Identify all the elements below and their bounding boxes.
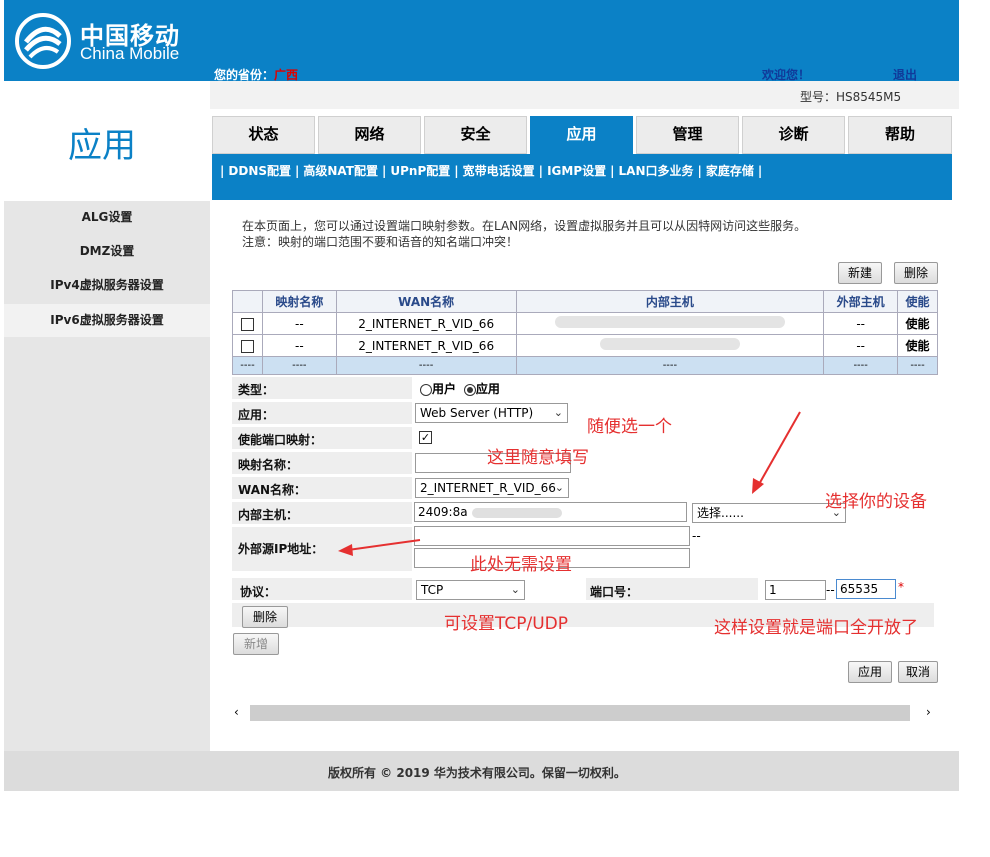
scrollbar-thumb[interactable] <box>250 705 910 721</box>
table-row[interactable]: -- 2_INTERNET_R_VID_66 -- 使能 <box>232 312 938 335</box>
subnav-advanced-nat[interactable]: 高级NAT配置 <box>303 164 378 178</box>
annotation-choose-device: 选择你的设备 <box>825 492 927 512</box>
scroll-left-icon[interactable]: ‹ <box>234 705 239 719</box>
apply-button[interactable]: 应用 <box>848 661 892 683</box>
row-add-button[interactable]: 新增 <box>233 633 279 655</box>
sidebar-item-ipv4-vs[interactable]: IPv4虚拟服务器设置 <box>4 269 210 302</box>
chevron-down-icon: ⌄ <box>510 583 520 596</box>
row-checkbox[interactable] <box>240 339 254 353</box>
port-start-input[interactable]: 1 <box>765 580 826 600</box>
port-end-input[interactable]: 65535 <box>836 579 896 599</box>
port-dash: -- <box>826 583 835 597</box>
table-row[interactable]: -- 2_INTERNET_R_VID_66 -- 使能 <box>232 334 938 357</box>
table-header-ext-host: 外部主机 <box>823 290 899 313</box>
radio-user[interactable] <box>420 383 432 396</box>
wan-name-label: WAN名称： <box>238 483 307 497</box>
internal-host-label: 内部主机： <box>238 508 299 522</box>
cancel-button[interactable]: 取消 <box>898 661 938 683</box>
type-label: 类型： <box>238 383 275 397</box>
table-header-enable: 使能 <box>897 290 938 313</box>
table-header-wan: WAN名称 <box>335 290 517 313</box>
subnav-home-storage[interactable]: 家庭存储 <box>706 164 754 178</box>
subnav-lan-multi[interactable]: LAN口多业务 <box>619 164 694 178</box>
required-mark: * <box>898 580 904 594</box>
page-description: 在本页面上，您可以通过设置端口映射参数。在LAN网络，设置虚拟服务并且可以从因特… <box>242 219 807 233</box>
cell-ext-host: -- <box>823 334 899 357</box>
table-header-row: 映射名称 WAN名称 内部主机 外部主机 使能 <box>232 290 938 313</box>
mapping-name-label: 映射名称： <box>238 458 299 472</box>
horizontal-scrollbar[interactable]: ‹ › <box>232 705 938 721</box>
row-checkbox[interactable] <box>240 317 254 331</box>
annotation-all-open: 这样设置就是端口全开放了 <box>714 618 918 638</box>
cell-enable: 使能 <box>897 334 938 357</box>
page-note: 注意：映射的端口范围不要和语音的知名端口冲突！ <box>242 235 519 249</box>
tab-network[interactable]: 网络 <box>318 116 421 154</box>
tab-application[interactable]: 应用 <box>530 116 633 154</box>
logo-text-en: China Mobile <box>80 44 180 63</box>
annotation-tcp-udp: 可设置TCP/UDP <box>444 614 569 634</box>
cell-host-blurred <box>515 334 825 357</box>
sidebar-item-dmz[interactable]: DMZ设置 <box>4 235 210 268</box>
table-header-select <box>232 290 263 313</box>
mapping-table: 映射名称 WAN名称 内部主机 外部主机 使能 -- 2_INTERNET_R_… <box>232 290 938 375</box>
subnav-ddns[interactable]: DDNS配置 <box>228 164 291 178</box>
cell-enable: 使能 <box>897 312 938 335</box>
port-label: 端口号： <box>590 585 639 599</box>
cell-wan: 2_INTERNET_R_VID_66 <box>335 312 517 335</box>
protocol-label: 协议： <box>240 585 277 599</box>
scroll-right-icon[interactable]: › <box>926 705 931 719</box>
sidebar-item-ipv6-vs[interactable]: IPv6虚拟服务器设置 <box>4 304 210 337</box>
enable-mapping-label: 使能端口映射： <box>238 433 323 447</box>
sub-navigation-items: | DDNS配置 | 高级NAT配置 | UPnP配置 | 宽带电话设置 | IGMP设置 | LAN… <box>220 164 763 178</box>
row-delete-button[interactable]: 删除 <box>242 606 288 628</box>
cell-ext-host: -- <box>823 312 899 335</box>
protocol-select[interactable]: TCP ⌄ <box>416 580 525 600</box>
subnav-voip[interactable]: 宽带电话设置 <box>463 164 535 178</box>
tab-diagnose[interactable]: 诊断 <box>742 116 845 154</box>
delete-button[interactable]: 删除 <box>894 262 938 284</box>
radio-application[interactable] <box>463 383 476 396</box>
page-title: 应用 <box>68 126 136 166</box>
type-radio-group: 用户 应用 <box>420 380 500 397</box>
cell-name: -- <box>261 312 337 335</box>
subnav-igmp[interactable]: IGMP设置 <box>547 164 606 178</box>
app-label: 应用： <box>238 408 275 422</box>
new-button[interactable]: 新建 <box>838 262 882 284</box>
cell-wan: 2_INTERNET_R_VID_66 <box>335 334 517 357</box>
tab-status[interactable]: 状态 <box>212 116 315 154</box>
tab-help[interactable]: 帮助 <box>848 116 952 154</box>
table-header-host: 内部主机 <box>515 290 825 313</box>
cell-host-blurred <box>515 312 825 335</box>
external-source-ip-label: 外部源IP地址： <box>238 542 324 556</box>
sidebar-item-alg[interactable]: ALG设置 <box>4 201 210 234</box>
annotation-arrows <box>338 411 801 556</box>
province-value: 广西 <box>274 68 299 82</box>
table-header-name: 映射名称 <box>261 290 337 313</box>
cell-name: -- <box>261 334 337 357</box>
tab-security[interactable]: 安全 <box>424 116 527 154</box>
tab-management[interactable]: 管理 <box>636 116 739 154</box>
table-row-editing: ---- ---- ---- ---- ---- ---- <box>232 356 938 375</box>
china-mobile-logo-icon <box>15 13 71 69</box>
subnav-upnp[interactable]: UPnP配置 <box>390 164 450 178</box>
copyright-text: 版权所有 © 2019 华为技术有限公司。保留一切权利。 <box>328 766 626 780</box>
model-text: 型号：HS8545M5 <box>800 90 902 104</box>
